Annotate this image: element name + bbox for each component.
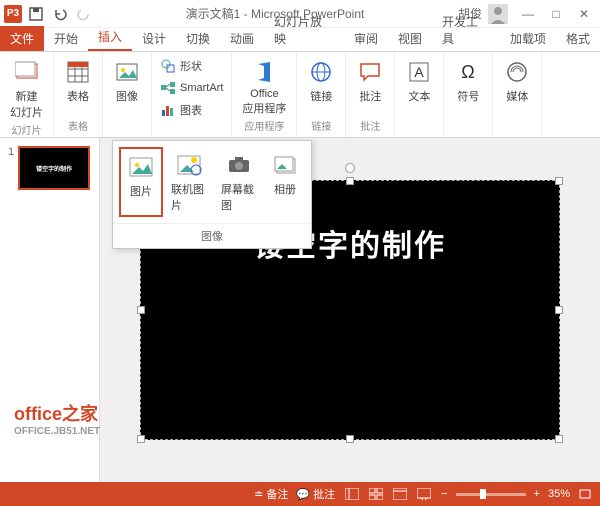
view-buttons (343, 486, 433, 502)
notes-icon: ≐ (254, 488, 263, 501)
group-text: A文本 (395, 52, 444, 137)
fit-icon[interactable] (578, 488, 592, 500)
comment-icon (356, 58, 384, 86)
chart-button[interactable]: 图表 (158, 100, 204, 120)
zoom-out-icon[interactable]: − (441, 488, 447, 500)
tab-file[interactable]: 文件 (0, 26, 44, 51)
notes-button[interactable]: ≐备注 (254, 486, 288, 502)
handle-bm[interactable] (346, 435, 354, 443)
group-apps: Office 应用程序 应用程序 (232, 52, 297, 137)
tab-design[interactable]: 设计 (132, 26, 176, 51)
sorter-view-icon[interactable] (367, 486, 385, 502)
tab-slideshow[interactable]: 幻灯片放映 (264, 9, 344, 51)
ribbon: 新建 幻灯片 幻灯片 表格 表格 图像 形状 SmartArt 图表 (0, 52, 600, 138)
tab-addins[interactable]: 加载项 (500, 26, 556, 51)
group-slides: 新建 幻灯片 幻灯片 (0, 52, 54, 137)
office-apps-button[interactable]: Office 应用程序 (238, 56, 290, 118)
image-icon (113, 58, 141, 86)
dropdown-footer: 图像 (113, 223, 311, 248)
zoom-in-icon[interactable]: + (534, 488, 540, 500)
zoom-slider[interactable] (456, 493, 526, 496)
slideshow-view-icon[interactable] (415, 486, 433, 502)
ribbon-tabs: 文件 开始 插入 设计 切换 动画 幻灯片放映 审阅 视图 开发工具 加载项 格… (0, 28, 600, 52)
window-controls: — □ ✕ (516, 4, 596, 24)
reading-view-icon[interactable] (391, 486, 409, 502)
group-tables: 表格 表格 (54, 52, 103, 137)
handle-mr[interactable] (555, 306, 563, 314)
new-slide-icon (13, 58, 41, 86)
screenshot-button[interactable]: 屏幕截图 (215, 147, 263, 217)
tab-view[interactable]: 视图 (388, 26, 432, 51)
office-apps-icon (250, 58, 278, 86)
rotate-handle[interactable] (345, 163, 355, 173)
tab-animations[interactable]: 动画 (220, 26, 264, 51)
album-button[interactable]: 相册 (265, 147, 305, 217)
handle-ml[interactable] (137, 306, 145, 314)
text-icon: A (405, 58, 433, 86)
tab-review[interactable]: 审阅 (344, 26, 388, 51)
watermark: office之家 OFFICE.JB51.NET (14, 400, 100, 437)
symbol-button[interactable]: Ω符号 (450, 56, 486, 106)
handle-bl[interactable] (137, 435, 145, 443)
group-images: 图像 (103, 52, 152, 137)
symbol-icon: Ω (454, 58, 482, 86)
table-button[interactable]: 表格 (60, 56, 96, 106)
text-button[interactable]: A文本 (401, 56, 437, 106)
comment-button[interactable]: 批注 (352, 56, 388, 106)
image-dropdown: 图片 联机图片 屏幕截图 相册 图像 (112, 140, 312, 249)
group-illustrations: 形状 SmartArt 图表 (152, 52, 232, 137)
app-icon: P3 (4, 5, 22, 23)
smartart-button[interactable]: SmartArt (158, 78, 225, 98)
tab-transitions[interactable]: 切换 (176, 26, 220, 51)
screenshot-icon (225, 151, 253, 179)
group-comments: 批注 批注 (346, 52, 395, 137)
media-button[interactable]: 媒体 (499, 56, 535, 106)
group-symbols: Ω符号 (444, 52, 493, 137)
redo-icon[interactable] (76, 6, 92, 22)
image-button[interactable]: 图像 (109, 56, 145, 106)
statusbar: ≐备注 💬批注 − + 35% (0, 482, 600, 506)
shapes-button[interactable]: 形状 (158, 56, 204, 76)
svg-text:Ω: Ω (462, 62, 475, 82)
table-icon (64, 58, 92, 86)
media-icon (503, 58, 531, 86)
svg-text:A: A (415, 64, 425, 80)
maximize-icon[interactable]: □ (544, 4, 568, 24)
save-icon[interactable] (28, 6, 44, 22)
album-icon (271, 151, 299, 179)
comments-icon: 💬 (296, 488, 310, 501)
tab-developer[interactable]: 开发工具 (432, 9, 500, 51)
link-icon (307, 58, 335, 86)
minimize-icon[interactable]: — (516, 4, 540, 24)
handle-tr[interactable] (555, 177, 563, 185)
tab-format[interactable]: 格式 (556, 26, 600, 51)
thumbnail-1[interactable]: 1 镂空字的制作 (8, 146, 91, 190)
close-icon[interactable]: ✕ (572, 4, 596, 24)
tab-home[interactable]: 开始 (44, 26, 88, 51)
zoom-level[interactable]: 35% (548, 488, 570, 500)
group-links: 链接 链接 (297, 52, 346, 137)
shapes-icon (160, 58, 176, 74)
new-slide-button[interactable]: 新建 幻灯片 (6, 56, 47, 122)
thumb-preview: 镂空字的制作 (18, 146, 90, 190)
picture-icon (127, 153, 155, 181)
zoom-thumb[interactable] (480, 489, 486, 499)
undo-icon[interactable] (52, 6, 68, 22)
quick-access-toolbar (28, 6, 92, 22)
handle-tm[interactable] (346, 177, 354, 185)
smartart-icon (160, 80, 176, 96)
online-picture-button[interactable]: 联机图片 (165, 147, 213, 217)
handle-br[interactable] (555, 435, 563, 443)
chart-icon (160, 102, 176, 118)
group-media: 媒体 (493, 52, 542, 137)
online-picture-icon (175, 151, 203, 179)
normal-view-icon[interactable] (343, 486, 361, 502)
tab-insert[interactable]: 插入 (88, 24, 132, 51)
picture-button[interactable]: 图片 (119, 147, 163, 217)
link-button[interactable]: 链接 (303, 56, 339, 106)
comments-button[interactable]: 💬批注 (296, 486, 335, 502)
